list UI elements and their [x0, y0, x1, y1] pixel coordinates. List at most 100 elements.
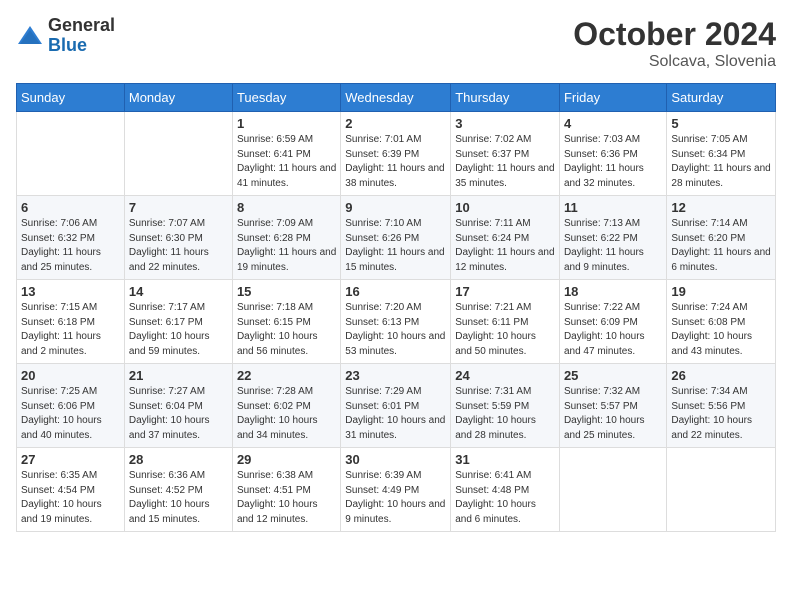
calendar-cell: 11 Sunrise: 7:13 AM Sunset: 6:22 PM Dayli…: [559, 196, 666, 280]
calendar-cell: 31 Sunrise: 6:41 AM Sunset: 4:48 PM Dayli…: [451, 448, 560, 532]
day-info: Sunrise: 7:06 AM Sunset: 6:32 PM Dayligh…: [21, 217, 120, 275]
day-number: 27: [21, 452, 120, 467]
calendar-cell: 20 Sunrise: 7:25 AM Sunset: 6:06 PM Dayli…: [17, 364, 125, 448]
day-info: Sunrise: 7:01 AM Sunset: 6:39 PM Dayligh…: [345, 133, 446, 191]
day-number: 25: [564, 368, 662, 383]
day-info: Sunrise: 7:03 AM Sunset: 6:36 PM Dayligh…: [564, 133, 662, 191]
calendar-cell: 21 Sunrise: 7:27 AM Sunset: 6:04 PM Dayli…: [124, 364, 232, 448]
calendar-cell: 30 Sunrise: 6:39 AM Sunset: 4:49 PM Dayli…: [341, 448, 451, 532]
day-number: 1: [237, 116, 336, 131]
day-number: 14: [129, 284, 228, 299]
calendar-cell: 10 Sunrise: 7:11 AM Sunset: 6:24 PM Dayli…: [451, 196, 560, 280]
calendar-cell: 14 Sunrise: 7:17 AM Sunset: 6:17 PM Dayli…: [124, 280, 232, 364]
day-number: 9: [345, 200, 446, 215]
day-info: Sunrise: 7:32 AM Sunset: 5:57 PM Dayligh…: [564, 385, 662, 443]
day-info: Sunrise: 7:27 AM Sunset: 6:04 PM Dayligh…: [129, 385, 228, 443]
calendar-cell: [124, 112, 232, 196]
day-number: 20: [21, 368, 120, 383]
day-info: Sunrise: 7:14 AM Sunset: 6:20 PM Dayligh…: [671, 217, 771, 275]
day-info: Sunrise: 7:02 AM Sunset: 6:37 PM Dayligh…: [455, 133, 555, 191]
day-number: 10: [455, 200, 555, 215]
calendar-cell: 16Sunrise: 7:20 AM Sunset: 6:13 PM Dayli…: [341, 280, 451, 364]
day-info: Sunrise: 7:34 AM Sunset: 5:56 PM Dayligh…: [671, 385, 771, 443]
day-number: 29: [237, 452, 336, 467]
day-info: Sunrise: 7:18 AM Sunset: 6:15 PM Dayligh…: [237, 301, 336, 359]
location: Solcava, Slovenia: [573, 53, 776, 71]
calendar-cell: 17Sunrise: 7:21 AM Sunset: 6:11 PM Dayli…: [451, 280, 560, 364]
weekday-header: Friday: [559, 84, 666, 112]
calendar-cell: [667, 448, 776, 532]
day-number: 6: [21, 200, 120, 215]
calendar-week-row: 1 Sunrise: 6:59 AM Sunset: 6:41 PM Daylig…: [17, 112, 776, 196]
calendar-cell: 9Sunrise: 7:10 AM Sunset: 6:26 PM Daylig…: [341, 196, 451, 280]
day-number: 2: [345, 116, 446, 131]
day-number: 31: [455, 452, 555, 467]
weekday-header: Saturday: [667, 84, 776, 112]
day-info: Sunrise: 6:38 AM Sunset: 4:51 PM Dayligh…: [237, 469, 336, 527]
logo: General Blue: [16, 16, 115, 56]
weekday-header: Tuesday: [232, 84, 340, 112]
calendar-week-row: 27 Sunrise: 6:35 AM Sunset: 4:54 PM Dayli…: [17, 448, 776, 532]
calendar-cell: 19Sunrise: 7:24 AM Sunset: 6:08 PM Dayli…: [667, 280, 776, 364]
day-number: 26: [671, 368, 771, 383]
calendar-cell: 15 Sunrise: 7:18 AM Sunset: 6:15 PM Dayli…: [232, 280, 340, 364]
calendar-week-row: 6 Sunrise: 7:06 AM Sunset: 6:32 PM Daylig…: [17, 196, 776, 280]
calendar-cell: 26 Sunrise: 7:34 AM Sunset: 5:56 PM Dayli…: [667, 364, 776, 448]
calendar-cell: 5 Sunrise: 7:05 AM Sunset: 6:34 PM Daylig…: [667, 112, 776, 196]
day-info: Sunrise: 7:20 AM Sunset: 6:13 PM Dayligh…: [345, 301, 446, 359]
day-info: Sunrise: 7:29 AM Sunset: 6:01 PM Dayligh…: [345, 385, 446, 443]
calendar-cell: 4 Sunrise: 7:03 AM Sunset: 6:36 PM Daylig…: [559, 112, 666, 196]
logo-blue: Blue: [48, 36, 115, 56]
day-info: Sunrise: 7:11 AM Sunset: 6:24 PM Dayligh…: [455, 217, 555, 275]
weekday-header: Thursday: [451, 84, 560, 112]
logo-icon: [16, 22, 44, 50]
calendar-cell: 24Sunrise: 7:31 AM Sunset: 5:59 PM Dayli…: [451, 364, 560, 448]
day-number: 30: [345, 452, 446, 467]
title-area: October 2024 Solcava, Slovenia: [573, 16, 776, 71]
day-number: 13: [21, 284, 120, 299]
calendar-cell: [559, 448, 666, 532]
day-info: Sunrise: 7:25 AM Sunset: 6:06 PM Dayligh…: [21, 385, 120, 443]
day-number: 19: [671, 284, 771, 299]
calendar-cell: 12Sunrise: 7:14 AM Sunset: 6:20 PM Dayli…: [667, 196, 776, 280]
day-info: Sunrise: 6:41 AM Sunset: 4:48 PM Dayligh…: [455, 469, 555, 527]
calendar-table: SundayMondayTuesdayWednesdayThursdayFrid…: [16, 83, 776, 532]
day-number: 7: [129, 200, 228, 215]
day-info: Sunrise: 7:13 AM Sunset: 6:22 PM Dayligh…: [564, 217, 662, 275]
day-info: Sunrise: 7:07 AM Sunset: 6:30 PM Dayligh…: [129, 217, 228, 275]
weekday-header: Wednesday: [341, 84, 451, 112]
day-number: 23: [345, 368, 446, 383]
calendar-cell: 2 Sunrise: 7:01 AM Sunset: 6:39 PM Daylig…: [341, 112, 451, 196]
weekday-header: Monday: [124, 84, 232, 112]
day-info: Sunrise: 7:09 AM Sunset: 6:28 PM Dayligh…: [237, 217, 336, 275]
calendar-cell: 29 Sunrise: 6:38 AM Sunset: 4:51 PM Dayli…: [232, 448, 340, 532]
day-info: Sunrise: 7:05 AM Sunset: 6:34 PM Dayligh…: [671, 133, 771, 191]
calendar-week-row: 20 Sunrise: 7:25 AM Sunset: 6:06 PM Dayli…: [17, 364, 776, 448]
day-number: 24: [455, 368, 555, 383]
calendar-cell: 3Sunrise: 7:02 AM Sunset: 6:37 PM Daylig…: [451, 112, 560, 196]
calendar-cell: 23 Sunrise: 7:29 AM Sunset: 6:01 PM Dayli…: [341, 364, 451, 448]
day-number: 4: [564, 116, 662, 131]
calendar-cell: 25 Sunrise: 7:32 AM Sunset: 5:57 PM Dayli…: [559, 364, 666, 448]
day-info: Sunrise: 7:15 AM Sunset: 6:18 PM Dayligh…: [21, 301, 120, 359]
calendar-cell: 22Sunrise: 7:28 AM Sunset: 6:02 PM Dayli…: [232, 364, 340, 448]
day-number: 18: [564, 284, 662, 299]
day-info: Sunrise: 6:35 AM Sunset: 4:54 PM Dayligh…: [21, 469, 120, 527]
day-info: Sunrise: 6:59 AM Sunset: 6:41 PM Dayligh…: [237, 133, 336, 191]
day-info: Sunrise: 6:39 AM Sunset: 4:49 PM Dayligh…: [345, 469, 446, 527]
day-number: 11: [564, 200, 662, 215]
day-info: Sunrise: 7:22 AM Sunset: 6:09 PM Dayligh…: [564, 301, 662, 359]
day-info: Sunrise: 7:28 AM Sunset: 6:02 PM Dayligh…: [237, 385, 336, 443]
calendar-cell: 28 Sunrise: 6:36 AM Sunset: 4:52 PM Dayli…: [124, 448, 232, 532]
day-number: 28: [129, 452, 228, 467]
calendar-cell: 18 Sunrise: 7:22 AM Sunset: 6:09 PM Dayli…: [559, 280, 666, 364]
day-info: Sunrise: 6:36 AM Sunset: 4:52 PM Dayligh…: [129, 469, 228, 527]
calendar-cell: 13 Sunrise: 7:15 AM Sunset: 6:18 PM Dayli…: [17, 280, 125, 364]
calendar-cell: 1 Sunrise: 6:59 AM Sunset: 6:41 PM Daylig…: [232, 112, 340, 196]
day-number: 15: [237, 284, 336, 299]
day-info: Sunrise: 7:17 AM Sunset: 6:17 PM Dayligh…: [129, 301, 228, 359]
day-number: 21: [129, 368, 228, 383]
day-number: 5: [671, 116, 771, 131]
day-number: 17: [455, 284, 555, 299]
weekday-header-row: SundayMondayTuesdayWednesdayThursdayFrid…: [17, 84, 776, 112]
